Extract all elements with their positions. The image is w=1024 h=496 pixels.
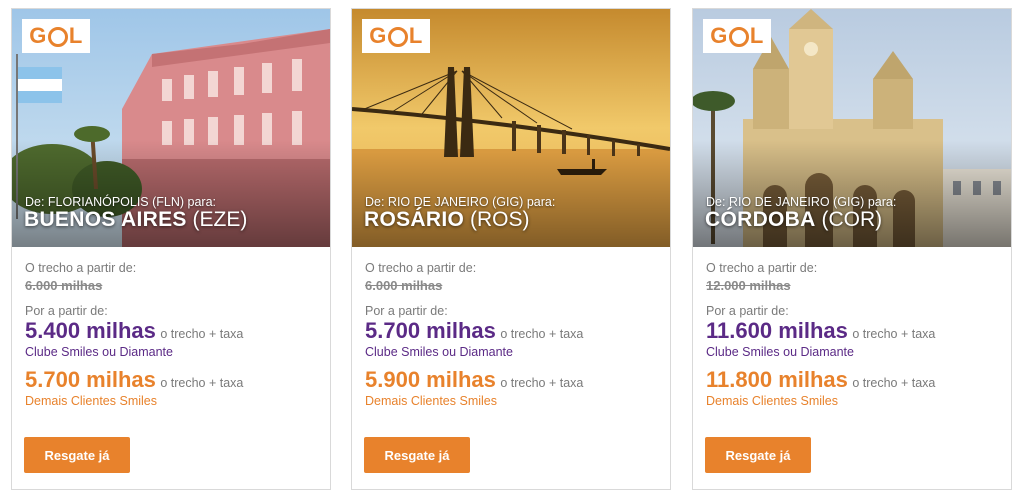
destination-code: (COR) [821, 208, 883, 231]
other-tier-label: Demais Clientes Smiles [25, 394, 157, 408]
other-price-line: 5.700 milhas o trecho + taxa [25, 367, 325, 393]
club-price-suffix: o trecho + taxa [160, 327, 244, 341]
club-tier-label: Clube Smiles ou Diamante [706, 345, 854, 359]
offer-card-rosario: GL De: RIO DE JANEIRO (GIG) para: ROSÁRI… [351, 8, 671, 490]
destination-city: BUENOS AIRES [24, 208, 187, 231]
old-price: 12.000 milhas [706, 278, 791, 293]
destination-title: CÓRDOBA (COR) [705, 208, 882, 232]
offer-details: O trecho a partir de: 12.000 milhas Por … [706, 261, 1006, 408]
other-price-suffix: o trecho + taxa [852, 376, 936, 390]
from-label: O trecho a partir de: [365, 261, 477, 275]
destination-photo-rosario: GL De: RIO DE JANEIRO (GIG) para: ROSÁRI… [352, 9, 670, 247]
club-price-line: 5.700 milhas o trecho + taxa [365, 318, 665, 344]
other-price: 11.800 milhas [706, 367, 848, 392]
club-price-line: 5.400 milhas o trecho + taxa [25, 318, 325, 344]
other-price-line: 5.900 milhas o trecho + taxa [365, 367, 665, 393]
club-price: 5.700 milhas [365, 318, 496, 343]
club-tier-label: Clube Smiles ou Diamante [25, 345, 173, 359]
other-tier-label: Demais Clientes Smiles [706, 394, 838, 408]
offer-details: O trecho a partir de: 6.000 milhas Por a… [365, 261, 665, 408]
other-price: 5.900 milhas [365, 367, 496, 392]
redeem-button[interactable]: Resgate já [705, 437, 811, 473]
route-label: De: RIO DE JANEIRO (GIG) para: [365, 195, 556, 209]
old-price: 6.000 milhas [25, 278, 103, 293]
offer-card-buenos-aires: GL De: FLORIANÓPOLIS (FLN) para: BUENOS … [11, 8, 331, 490]
gol-logo: GL [22, 19, 90, 53]
destination-city: CÓRDOBA [705, 208, 816, 231]
club-price: 5.400 milhas [25, 318, 156, 343]
offer-card-cordoba: GL De: RIO DE JANEIRO (GIG) para: CÓRDOB… [692, 8, 1012, 490]
redeem-button[interactable]: Resgate já [24, 437, 130, 473]
destination-photo-cordoba: GL De: RIO DE JANEIRO (GIG) para: CÓRDOB… [693, 9, 1011, 247]
club-price-suffix: o trecho + taxa [852, 327, 936, 341]
other-price: 5.700 milhas [25, 367, 156, 392]
offer-details: O trecho a partir de: 6.000 milhas Por a… [25, 261, 325, 408]
gol-logo: GL [362, 19, 430, 53]
destination-code: (EZE) [192, 208, 248, 231]
club-price-suffix: o trecho + taxa [500, 327, 584, 341]
route-label: De: FLORIANÓPOLIS (FLN) para: [25, 195, 217, 209]
other-price-suffix: o trecho + taxa [500, 376, 584, 390]
por-label: Por a partir de: [706, 304, 789, 318]
club-tier-label: Clube Smiles ou Diamante [365, 345, 513, 359]
other-price-suffix: o trecho + taxa [160, 376, 244, 390]
club-price-line: 11.600 milhas o trecho + taxa [706, 318, 1006, 344]
por-label: Por a partir de: [25, 304, 108, 318]
destination-photo-buenos-aires: GL De: FLORIANÓPOLIS (FLN) para: BUENOS … [12, 9, 330, 247]
destination-title: BUENOS AIRES (EZE) [24, 208, 247, 232]
por-label: Por a partir de: [365, 304, 448, 318]
destination-code: (ROS) [469, 208, 530, 231]
from-label: O trecho a partir de: [25, 261, 137, 275]
gol-logo: GL [703, 19, 771, 53]
other-price-line: 11.800 milhas o trecho + taxa [706, 367, 1006, 393]
route-label: De: RIO DE JANEIRO (GIG) para: [706, 195, 897, 209]
redeem-button[interactable]: Resgate já [364, 437, 470, 473]
other-tier-label: Demais Clientes Smiles [365, 394, 497, 408]
destination-title: ROSÁRIO (ROS) [364, 208, 529, 232]
club-price: 11.600 milhas [706, 318, 848, 343]
destination-city: ROSÁRIO [364, 208, 465, 231]
from-label: O trecho a partir de: [706, 261, 818, 275]
old-price: 6.000 milhas [365, 278, 443, 293]
